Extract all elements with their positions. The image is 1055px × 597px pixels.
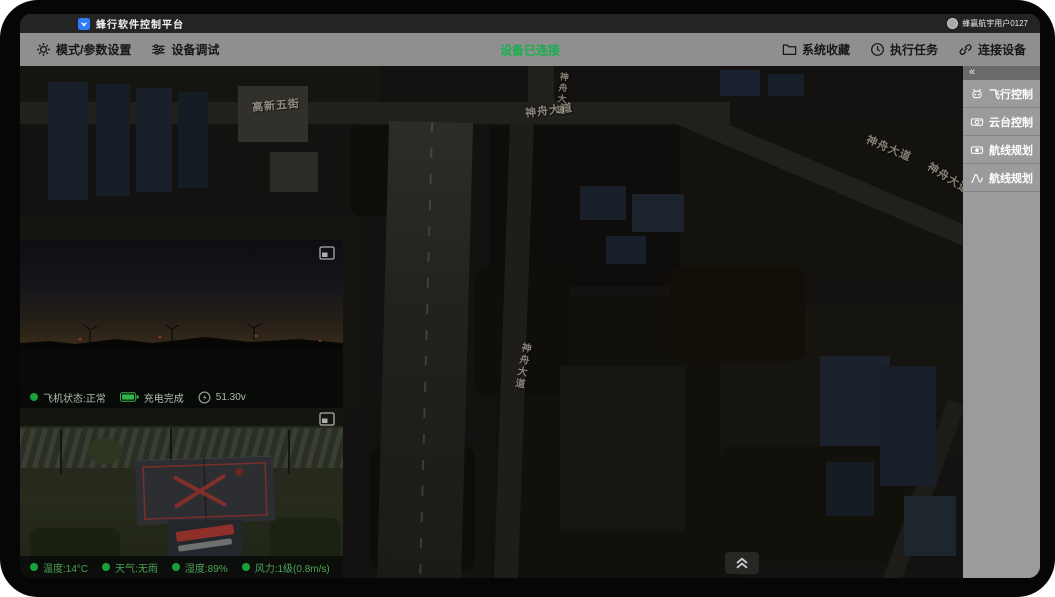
toolbar: 模式/参数设置 设备调试 设备已连接 系统收藏 执行任务 连接设备 <box>20 33 1040 66</box>
sidebar-item-label: 航线规划 <box>989 172 1033 185</box>
status-dot-icon <box>171 563 180 571</box>
temperature-item: 温度:14°C <box>30 560 88 575</box>
connect-device-button[interactable]: 连接设备 <box>958 41 1026 58</box>
landing-platform <box>134 455 276 526</box>
connection-status: 设备已连接 <box>499 43 561 57</box>
status-dot-icon <box>30 393 38 401</box>
connect-device-label: 连接设备 <box>977 43 1026 57</box>
platform-markings <box>142 458 268 524</box>
device-debug-button[interactable]: 设备调试 <box>151 41 219 58</box>
voltage-text: 51.30v <box>215 391 246 403</box>
camera-icon <box>970 145 984 154</box>
double-chevron-up-icon <box>736 557 748 569</box>
execute-task-label: 执行任务 <box>889 43 938 57</box>
battery-status-item: 充电完成 <box>119 390 184 405</box>
user-avatar <box>947 18 959 29</box>
expand-panel-button[interactable] <box>725 552 759 574</box>
mode-settings-label: 模式/参数设置 <box>56 43 132 57</box>
bush <box>88 438 122 464</box>
toolbar-left-group: 模式/参数设置 设备调试 <box>36 41 219 58</box>
execute-task-button[interactable]: 执行任务 <box>870 41 938 58</box>
weather-item: 天气:无雨 <box>102 560 158 575</box>
temperature-text: 温度:14°C <box>43 563 89 575</box>
user-name: 蜂赢航宇用户0127 <box>962 19 1028 28</box>
wind-text: 风力:1级(0.8m/s) <box>254 563 330 575</box>
titlebar: 蜂行软件控制平台 蜂赢航宇用户0127 <box>20 14 1040 33</box>
status-dot-icon <box>241 563 250 571</box>
satellite-map[interactable]: 高新五街 神舟大道 神舟大道 神舟大道 神舟大道 神舟大道 飞机状态:正常 充电… <box>20 66 963 578</box>
gear-icon <box>37 43 50 56</box>
sliders-icon <box>152 44 165 55</box>
voltage-icon <box>198 391 211 403</box>
link-icon <box>959 44 972 55</box>
toolbar-right-group: 系统收藏 执行任务 连接设备 <box>782 41 1026 58</box>
swap-video-icon[interactable] <box>319 412 335 426</box>
app-window: 蜂行软件控制平台 蜂赢航宇用户0127 模式/参数设置 设备调试 设备已连接 系… <box>20 14 1040 578</box>
mode-settings-button[interactable]: 模式/参数设置 <box>36 41 131 58</box>
aircraft-status-text: 飞机状态:正常 <box>43 393 106 405</box>
sidebar-item-label: 飞行控制 <box>989 88 1033 101</box>
drone-icon <box>972 88 982 98</box>
fence-post <box>60 430 62 474</box>
device-debug-label: 设备调试 <box>171 43 220 57</box>
user-account[interactable]: 蜂赢航宇用户0127 <box>947 18 1028 29</box>
status-dot-icon <box>30 563 38 571</box>
sidebar-filler <box>963 192 1040 578</box>
clock-icon <box>871 43 884 56</box>
weather-status-bar: 温度:14°C 天气:无雨 湿度:89% 风力:1级(0.8m/s) <box>20 556 343 578</box>
gimbal-camera-icon <box>970 117 984 126</box>
swap-video-icon[interactable] <box>319 246 335 260</box>
sidebar-item-route-planning[interactable]: 航线规划 <box>963 164 1040 192</box>
right-sidebar: « 飞行控制 云台控制 航线规划 航线规划 <box>963 66 1040 578</box>
app-title: 蜂行软件控制平台 <box>96 20 184 31</box>
sidebar-item-gimbal-control[interactable]: 云台控制 <box>963 108 1040 136</box>
sidebar-item-label: 云台控制 <box>989 116 1033 129</box>
system-favorites-button[interactable]: 系统收藏 <box>782 41 850 58</box>
humidity-item: 湿度:89% <box>171 560 228 575</box>
camera-osd-strip <box>20 408 343 426</box>
sidebar-item-label: 航线规划 <box>989 144 1033 157</box>
humidity-text: 湿度:89% <box>184 563 228 575</box>
aircraft-status-item: 飞机状态:正常 <box>30 390 106 405</box>
wind-item: 风力:1级(0.8m/s) <box>241 560 330 575</box>
status-dot-icon <box>102 563 111 571</box>
folder-icon <box>782 44 797 55</box>
content-area: 高新五街 神舟大道 神舟大道 神舟大道 神舟大道 神舟大道 飞机状态:正常 充电… <box>20 66 1040 578</box>
aircraft-status-bar: 飞机状态:正常 充电完成 51.30v <box>20 386 343 408</box>
system-favorites-label: 系统收藏 <box>801 43 850 57</box>
battery-status-text: 充电完成 <box>143 393 184 405</box>
sidebar-item-route-planning-cam[interactable]: 航线规划 <box>963 136 1040 164</box>
battery-icon <box>119 392 139 402</box>
sidebar-collapse-button[interactable]: « <box>963 66 1040 80</box>
weather-text: 天气:无雨 <box>115 563 158 575</box>
voltage-item: 51.30v <box>198 391 246 404</box>
horizon-silhouette <box>20 323 343 350</box>
sidebar-item-flight-control[interactable]: 飞行控制 <box>963 80 1040 108</box>
aircraft-video-feed[interactable]: 飞机状态:正常 充电完成 51.30v <box>20 240 343 408</box>
route-icon <box>971 173 983 183</box>
dock-video-feed[interactable]: 温度:14°C 天气:无雨 湿度:89% 风力:1级(0.8m/s) <box>20 408 343 578</box>
app-logo-icon <box>78 17 90 30</box>
device-frame: 蜂行软件控制平台 蜂赢航宇用户0127 模式/参数设置 设备调试 设备已连接 系… <box>0 0 1055 597</box>
fence-post <box>288 430 290 474</box>
